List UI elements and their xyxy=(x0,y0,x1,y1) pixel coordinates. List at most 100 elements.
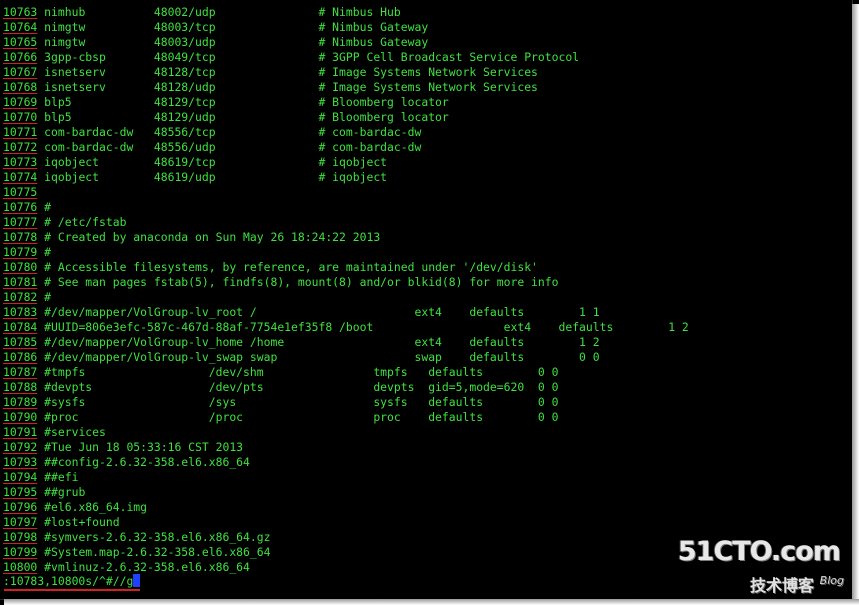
line-content: # /etc/fstab xyxy=(37,215,127,229)
line-number: 10763 xyxy=(3,5,38,19)
line-number: 10767 xyxy=(3,65,38,79)
terminal-line: 10794 ##efi xyxy=(3,470,689,485)
terminal-line: 10791 #services xyxy=(3,425,689,440)
terminal-line: 10799 #System.map-2.6.32-358.el6.x86_64 xyxy=(3,545,689,560)
terminal-line: 10775 xyxy=(3,185,689,200)
line-content: #/dev/mapper/VolGroup-lv_root / ext4 def… xyxy=(37,305,600,319)
line-number: 10770 xyxy=(3,110,38,124)
frame-shadow-bottom xyxy=(4,599,859,605)
watermark-sub-text: 技术博客 xyxy=(749,576,814,595)
line-number: 10764 xyxy=(3,20,38,34)
line-content: #proc /proc proc defaults 0 0 xyxy=(37,410,559,424)
command-line[interactable]: :10783,10800s/^#//g xyxy=(3,574,141,589)
line-number: 10799 xyxy=(3,545,38,559)
line-content: #services xyxy=(37,425,106,439)
terminal-line: 10788 #devpts /dev/pts devpts gid=5,mode… xyxy=(3,380,689,395)
terminal-line: 10787 #tmpfs /dev/shm tmpfs defaults 0 0 xyxy=(3,365,689,380)
line-number: 10793 xyxy=(3,455,38,469)
line-number: 10784 xyxy=(3,320,38,334)
line-number: 10785 xyxy=(3,335,38,349)
line-content: #devpts /dev/pts devpts gid=5,mode=620 0… xyxy=(37,380,559,394)
line-number: 10789 xyxy=(3,395,38,409)
terminal-line: 10784 #UUID=806e3efc-587c-467d-88af-7754… xyxy=(3,320,689,335)
line-content: nimhub 48002/udp # Nimbus Hub xyxy=(37,5,401,19)
line-content: #/dev/mapper/VolGroup-lv_home /home ext4… xyxy=(37,335,600,349)
terminal-line: 10780 # Accessible filesystems, by refer… xyxy=(3,260,689,275)
terminal-line: 10783 #/dev/mapper/VolGroup-lv_root / ex… xyxy=(3,305,689,320)
line-number: 10790 xyxy=(3,410,38,424)
terminal-line: 10764 nimgtw 48003/tcp # Nimbus Gateway xyxy=(3,20,689,35)
line-number: 10791 xyxy=(3,425,38,439)
line-content: #el6.x86_64.img xyxy=(37,500,148,514)
terminal-line: 10765 nimgtw 48003/udp # Nimbus Gateway xyxy=(3,35,689,50)
terminal-line: 10786 #/dev/mapper/VolGroup-lv_swap swap… xyxy=(3,350,689,365)
line-content: #tmpfs /dev/shm tmpfs defaults 0 0 xyxy=(37,365,559,379)
line-content: #symvers-2.6.32-358.el6.x86_64.gz xyxy=(37,530,271,544)
terminal-line: 10774 iqobject 48619/udp # iqobject xyxy=(3,170,689,185)
line-content: # Accessible filesystems, by reference, … xyxy=(37,260,538,274)
line-number: 10783 xyxy=(3,305,38,319)
terminal-line: 10778 # Created by anaconda on Sun May 2… xyxy=(3,230,689,245)
line-content: blp5 48129/udp # Bloomberg locator xyxy=(37,110,449,124)
line-number: 10780 xyxy=(3,260,38,274)
terminal-line: 10790 #proc /proc proc defaults 0 0 xyxy=(3,410,689,425)
terminal-line: 10766 3gpp-cbsp 48049/tcp # 3GPP Cell Br… xyxy=(3,50,689,65)
terminal-line: 10782 # xyxy=(3,290,689,305)
terminal-line: 10789 #sysfs /sys sysfs defaults 0 0 xyxy=(3,395,689,410)
line-number: 10769 xyxy=(3,95,38,109)
line-number: 10775 xyxy=(3,185,38,199)
line-content: ##grub xyxy=(37,485,86,499)
line-content: blp5 48129/tcp # Bloomberg locator xyxy=(37,95,449,109)
line-number: 10773 xyxy=(3,155,38,169)
watermark-logo: 51CTO.com 技术博客 Blog xyxy=(678,536,846,598)
line-content: iqobject 48619/tcp # iqobject xyxy=(37,155,388,169)
line-content: #System.map-2.6.32-358.el6.x86_64 xyxy=(37,545,271,559)
line-number: 10800 xyxy=(3,560,38,574)
line-content: # Created by anaconda on Sun May 26 18:2… xyxy=(37,230,381,244)
line-content: ##config-2.6.32-358.el6.x86_64 xyxy=(37,455,250,469)
terminal-line: 10770 blp5 48129/udp # Bloomberg locator xyxy=(3,110,689,125)
terminal-line: 10763 nimhub 48002/udp # Nimbus Hub xyxy=(3,5,689,20)
text-cursor xyxy=(133,574,141,587)
line-content: isnetserv 48128/udp # Image Systems Netw… xyxy=(37,80,538,94)
line-content: ##efi xyxy=(37,470,79,484)
line-number: 10798 xyxy=(3,530,38,544)
terminal-line: 10769 blp5 48129/tcp # Bloomberg locator xyxy=(3,95,689,110)
line-content: #/dev/mapper/VolGroup-lv_swap swap swap … xyxy=(37,350,600,364)
terminal-window[interactable]: 10763 nimhub 48002/udp # Nimbus Hub 10764… xyxy=(0,0,853,600)
terminal-line: 10795 ##grub xyxy=(3,485,689,500)
line-content: iqobject 48619/udp # iqobject xyxy=(37,170,388,184)
watermark-main-text: 51CTO.com xyxy=(677,536,841,567)
line-number: 10779 xyxy=(3,245,38,259)
line-number: 10781 xyxy=(3,275,38,289)
line-number: 10772 xyxy=(3,140,38,154)
line-number: 10766 xyxy=(3,50,38,64)
line-content: # xyxy=(37,200,52,214)
line-number: 10796 xyxy=(3,500,38,514)
frame-shadow-right xyxy=(852,4,859,605)
line-number: 10797 xyxy=(3,515,38,529)
line-content: nimgtw 48003/udp # Nimbus Gateway xyxy=(37,35,429,49)
line-content: #lost+found xyxy=(37,515,120,529)
line-content: isnetserv 48128/tcp # Image Systems Netw… xyxy=(37,65,538,79)
line-number: 10778 xyxy=(3,230,38,244)
terminal-line: 10776 # xyxy=(3,200,689,215)
line-number: 10777 xyxy=(3,215,38,229)
line-content: #Tue Jun 18 05:33:16 CST 2013 xyxy=(37,440,244,454)
terminal-line: 10785 #/dev/mapper/VolGroup-lv_home /hom… xyxy=(3,335,689,350)
line-number: 10765 xyxy=(3,35,38,49)
terminal-line: 10798 #symvers-2.6.32-358.el6.x86_64.gz xyxy=(3,530,689,545)
line-number: 10771 xyxy=(3,125,38,139)
line-number: 10794 xyxy=(3,470,38,484)
line-number: 10774 xyxy=(3,170,38,184)
terminal-line: 10768 isnetserv 48128/udp # Image System… xyxy=(3,80,689,95)
terminal-line: 10792 #Tue Jun 18 05:33:16 CST 2013 xyxy=(3,440,689,455)
line-number: 10788 xyxy=(3,380,38,394)
line-content: # xyxy=(37,290,52,304)
terminal-line: 10796 #el6.x86_64.img xyxy=(3,500,689,515)
line-content: #sysfs /sys sysfs defaults 0 0 xyxy=(37,395,559,409)
terminal-buffer[interactable]: 10763 nimhub 48002/udp # Nimbus Hub 10764… xyxy=(3,5,689,575)
terminal-line: 10779 # xyxy=(3,245,689,260)
terminal-line: 10767 isnetserv 48128/tcp # Image System… xyxy=(3,65,689,80)
terminal-line: 10772 com-bardac-dw 48556/udp # com-bard… xyxy=(3,140,689,155)
